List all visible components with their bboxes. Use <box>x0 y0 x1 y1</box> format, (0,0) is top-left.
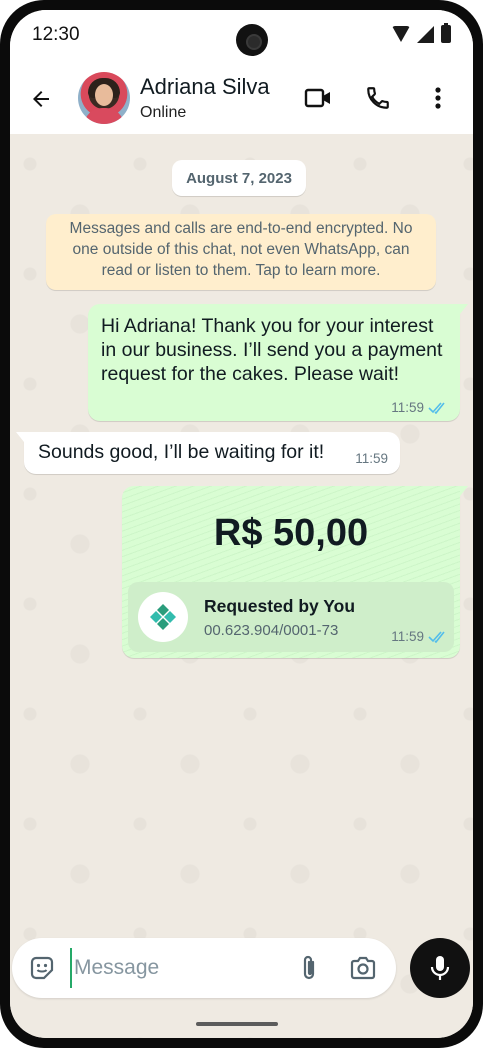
bubble-tail <box>460 486 468 496</box>
chat-header: Adriana Silva Online <box>10 62 473 134</box>
video-call-button[interactable] <box>302 82 334 114</box>
encryption-notice[interactable]: Messages and calls are end-to-end encryp… <box>46 214 436 290</box>
mic-icon <box>430 956 450 980</box>
incoming-message[interactable]: Sounds good, I’ll be waiting for it! 11:… <box>16 432 400 474</box>
read-ticks-icon <box>428 401 445 414</box>
phone-call-icon <box>367 87 389 109</box>
avatar-face <box>95 84 113 106</box>
emoji-button[interactable] <box>26 952 58 984</box>
contact-status: Online <box>140 104 187 121</box>
message-meta: 11:59 <box>391 629 448 644</box>
pix-icon <box>150 604 176 630</box>
payment-document-id: 00.623.904/0001-73 <box>204 622 339 639</box>
avatar[interactable] <box>78 72 130 124</box>
status-time: 12:30 <box>32 24 80 45</box>
wifi-icon <box>392 26 410 42</box>
message-meta: 11:59 <box>355 451 388 466</box>
mic-button[interactable] <box>410 938 470 998</box>
read-ticks-icon <box>428 630 445 643</box>
voice-call-button[interactable] <box>362 82 394 114</box>
outgoing-message[interactable]: Hi Adriana! Thank you for your interest … <box>88 304 468 421</box>
video-call-icon <box>304 88 330 108</box>
more-options-icon <box>435 87 441 109</box>
message-text: Sounds good, I’ll be waiting for it! <box>38 441 325 463</box>
screen: 12:30 Adriana Silva Online August 7, 202… <box>10 10 473 1038</box>
phone-frame: 12:30 Adriana Silva Online August 7, 202… <box>0 0 483 1048</box>
status-icons <box>392 23 451 43</box>
camera-icon <box>350 956 376 980</box>
message-time: 11:59 <box>355 451 388 466</box>
signal-icon <box>417 25 434 43</box>
attach-button[interactable] <box>294 952 324 984</box>
payment-title: Requested by You <box>204 596 356 616</box>
emoji-sticker-icon <box>30 956 54 980</box>
status-bar: 12:30 <box>10 10 473 62</box>
message-composer <box>12 938 396 998</box>
chat-area[interactable]: August 7, 2023 Messages and calls are en… <box>10 134 473 1038</box>
contact-name[interactable]: Adriana Silva <box>140 74 270 100</box>
attach-icon <box>303 955 315 980</box>
more-options-button[interactable] <box>422 82 454 114</box>
home-indicator[interactable] <box>196 1022 278 1026</box>
camera-button[interactable] <box>346 952 380 984</box>
message-time: 11:59 <box>391 400 424 415</box>
back-arrow-icon <box>33 91 49 107</box>
payment-amount: R$ 50,00 <box>213 512 369 554</box>
payment-request-message[interactable]: R$ 50,00 Requested by You 00.623.904/000… <box>122 486 468 658</box>
message-input[interactable] <box>70 948 270 988</box>
battery-icon <box>441 23 451 43</box>
front-camera <box>236 24 268 56</box>
pix-logo <box>138 592 188 642</box>
bubble-tail <box>16 432 24 442</box>
message-text: Hi Adriana! Thank you for your interest … <box>101 315 443 385</box>
message-time: 11:59 <box>391 629 424 644</box>
date-chip: August 7, 2023 <box>172 160 306 196</box>
message-meta: 11:59 <box>391 400 448 415</box>
avatar-shirt <box>84 108 124 124</box>
back-button[interactable] <box>24 82 58 116</box>
bubble-tail <box>460 304 468 314</box>
